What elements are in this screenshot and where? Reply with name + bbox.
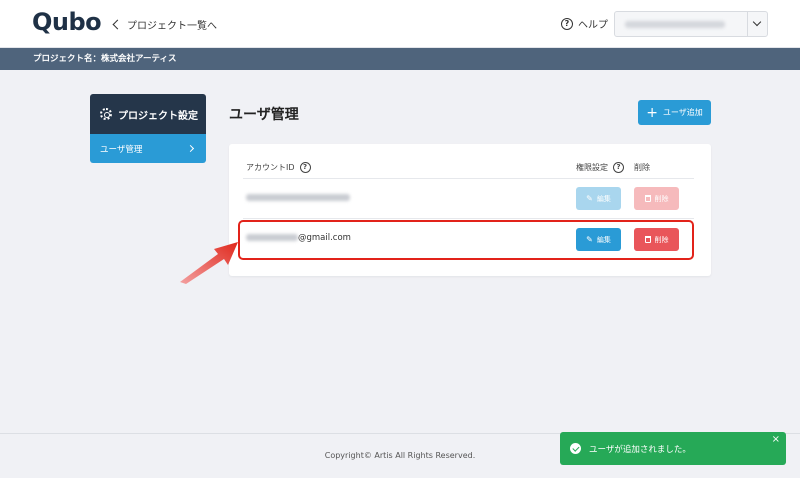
edit-button[interactable]: ✎ 編集 [576,187,621,210]
chevron-down-icon[interactable] [752,17,762,27]
column-delete-label: 削除 [634,163,650,172]
plus-icon: + [646,104,658,121]
qubo-logo[interactable]: Qubo [32,8,102,36]
project-name: プロジェクト名：株式会社アーティス [33,54,177,64]
app-header: Qubo プロジェクト一覧へ ? ヘルプ [0,0,800,48]
logo-text: Qubo [32,8,102,36]
chevron-right-icon [186,144,195,153]
column-permission-label: 権限設定 [576,163,608,172]
sidebar-title: プロジェクト設定 [118,110,198,122]
column-account-label: アカウントID [246,163,295,172]
pencil-icon: ✎ [586,194,593,203]
add-user-label: ユーザ追加 [662,108,703,117]
account-email-redacted [625,21,725,28]
gear-icon [100,108,112,120]
column-header-delete: 削除 [634,162,650,173]
sidebar-item-user-management[interactable]: ユーザ管理 [90,134,206,163]
chevron-left-icon [112,19,123,29]
page-title: ユーザ管理 [229,107,299,123]
success-toast: ユーザが追加されました。 × [560,432,786,465]
help-link[interactable]: ? ヘルプ [561,16,608,31]
back-link-label: プロジェクト一覧へ [127,20,217,32]
back-to-projects-link[interactable]: プロジェクト一覧へ [112,16,217,32]
sidebar-item-label: ユーザ管理 [100,144,143,155]
add-user-button[interactable]: + ユーザ追加 [638,100,711,125]
column-header-account: アカウントID ? [246,162,311,173]
edit-label: 編集 [596,194,611,203]
account-dropdown[interactable] [614,11,768,37]
close-icon[interactable]: × [772,434,780,445]
toast-message: ユーザが追加されました。 [589,444,691,455]
account-id-redacted [246,194,350,201]
check-circle-icon [570,443,581,454]
delete-label: 削除 [654,194,669,203]
row-divider [243,178,694,179]
pointer-arrow-icon [180,242,238,284]
question-circle-icon: ? [561,17,573,30]
sidebar-header: プロジェクト設定 [90,94,206,134]
help-label: ヘルプ [578,20,608,31]
question-circle-icon[interactable]: ? [299,162,311,173]
settings-sidebar: プロジェクト設定 ユーザ管理 [90,94,206,163]
delete-button[interactable]: 削除 [634,187,679,210]
highlight-annotation [238,220,694,260]
row-divider [243,218,694,219]
project-name-bar: プロジェクト名：株式会社アーティス [0,48,800,70]
dropdown-divider [747,12,748,36]
column-header-permission: 権限設定 ? [576,162,624,173]
trash-icon [644,195,651,202]
question-circle-icon[interactable]: ? [613,162,624,173]
